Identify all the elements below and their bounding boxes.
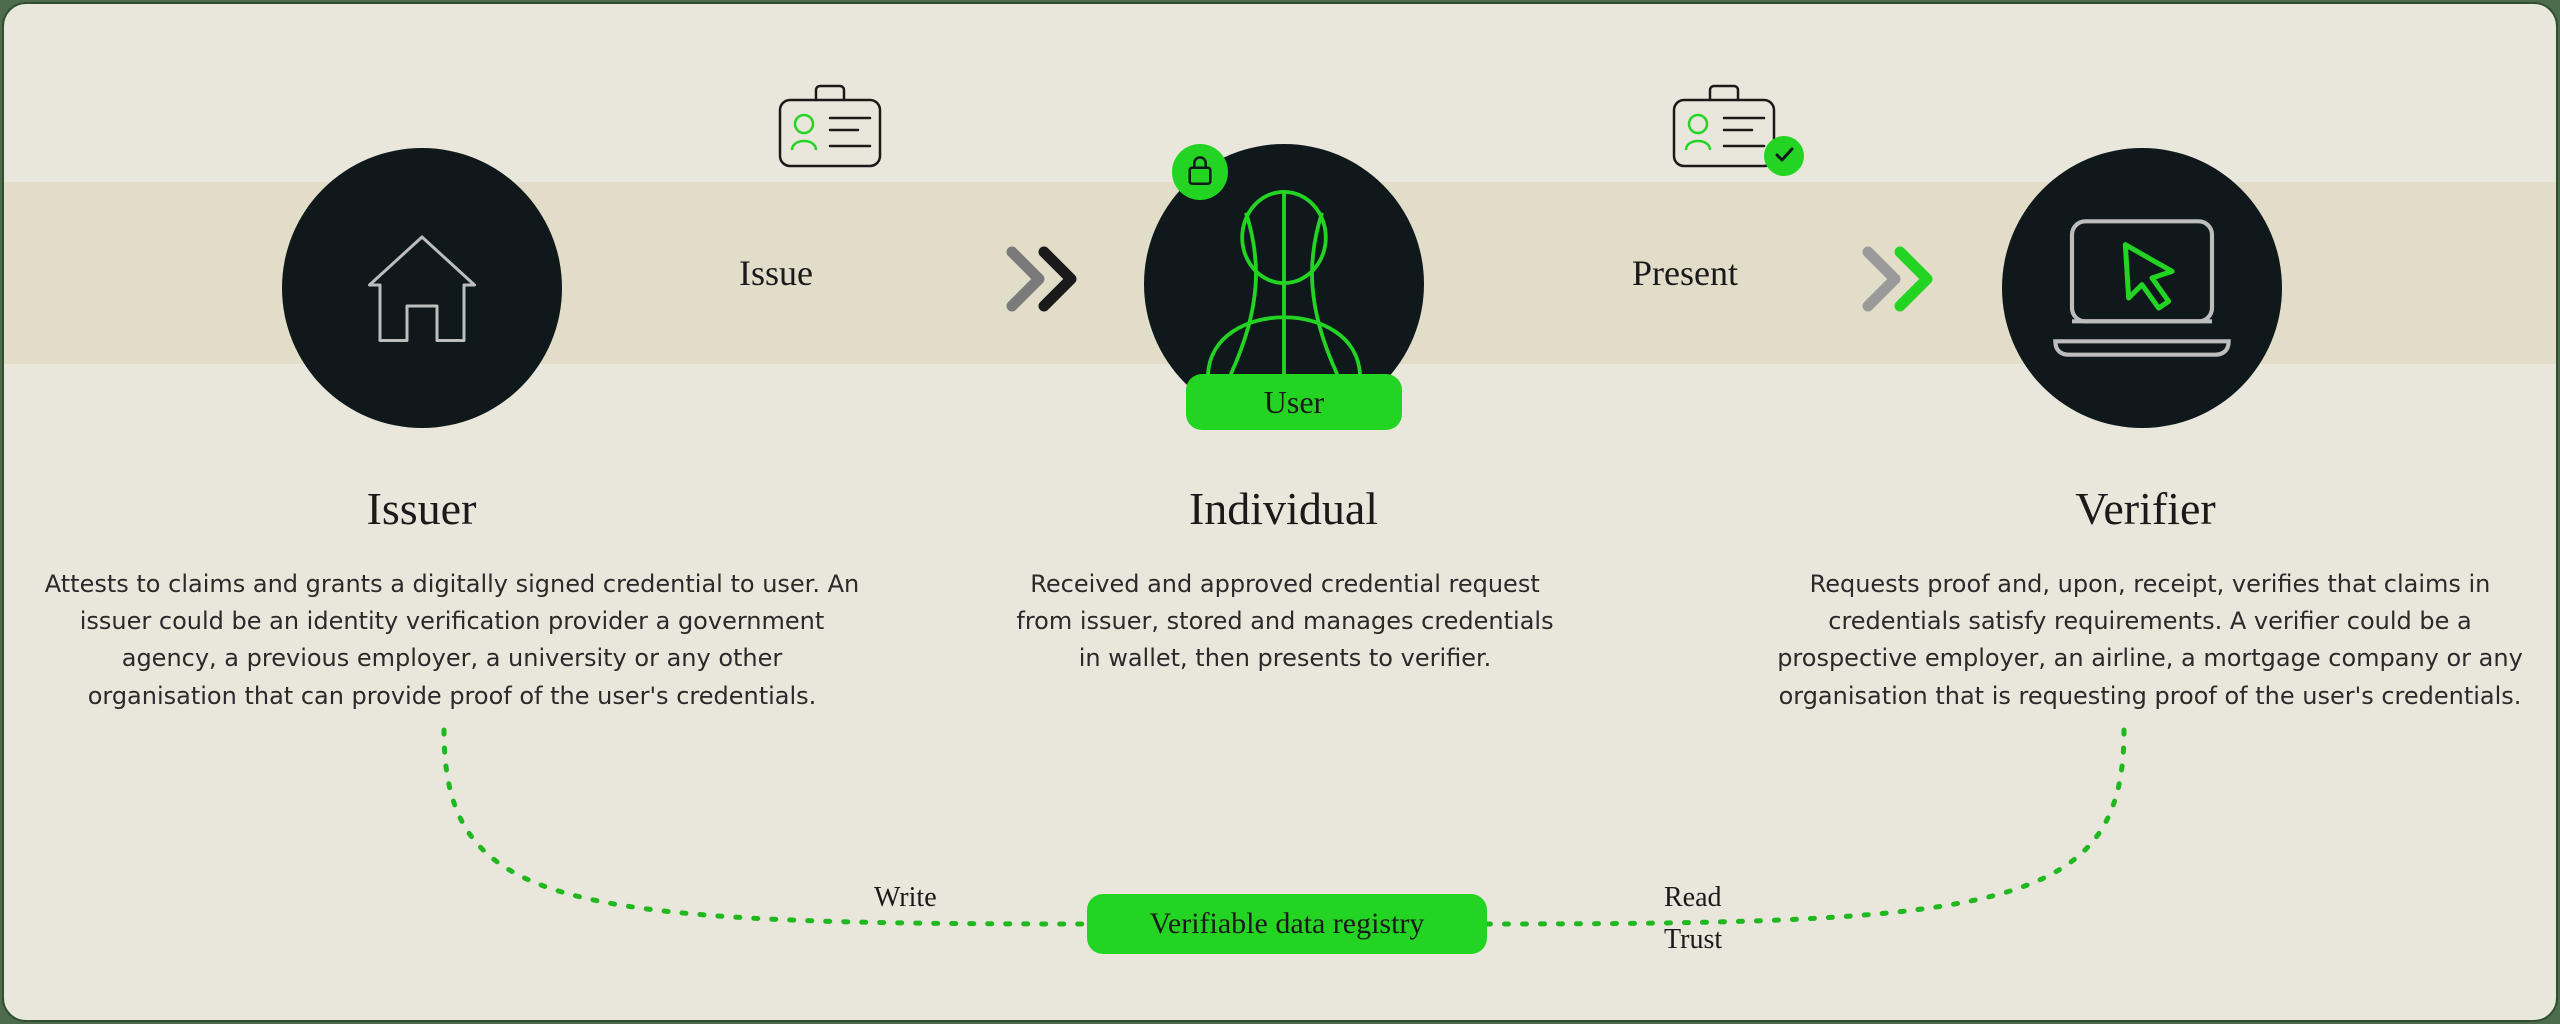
verifier-node [2002, 148, 2282, 428]
issuer-title: Issuer [4, 482, 839, 535]
person-icon [1189, 184, 1379, 384]
laptop-cursor-icon [2042, 198, 2242, 378]
house-icon [347, 213, 497, 363]
credential-card-icon [770, 76, 890, 181]
registry-label: Verifiable data registry [1150, 907, 1425, 941]
individual-desc: Received and approved credential request… [1004, 566, 1566, 678]
lock-badge [1172, 144, 1228, 200]
chevron-present-icon [1860, 244, 1950, 319]
verified-check-badge [1764, 136, 1804, 176]
issuer-desc: Attests to claims and grants a digitally… [44, 566, 860, 715]
check-icon [1772, 142, 1796, 171]
chevron-issue-icon [1004, 244, 1094, 319]
issuer-node [282, 148, 562, 428]
verifier-desc: Requests proof and, upon, receipt, verif… [1772, 566, 2528, 715]
read-label: Read [1664, 882, 1722, 914]
present-label: Present [1632, 252, 1738, 294]
issue-label: Issue [739, 252, 813, 294]
write-label: Write [874, 882, 937, 914]
trust-label: Trust [1664, 924, 1722, 956]
diagram-frame: User Issue Present [2, 2, 2558, 1022]
individual-title: Individual [866, 482, 1701, 535]
user-badge-label: User [1264, 384, 1324, 421]
verifier-title: Verifier [1728, 482, 2558, 535]
lock-icon [1186, 154, 1214, 191]
registry-pill: Verifiable data registry [1087, 894, 1487, 954]
user-badge: User [1186, 374, 1402, 430]
